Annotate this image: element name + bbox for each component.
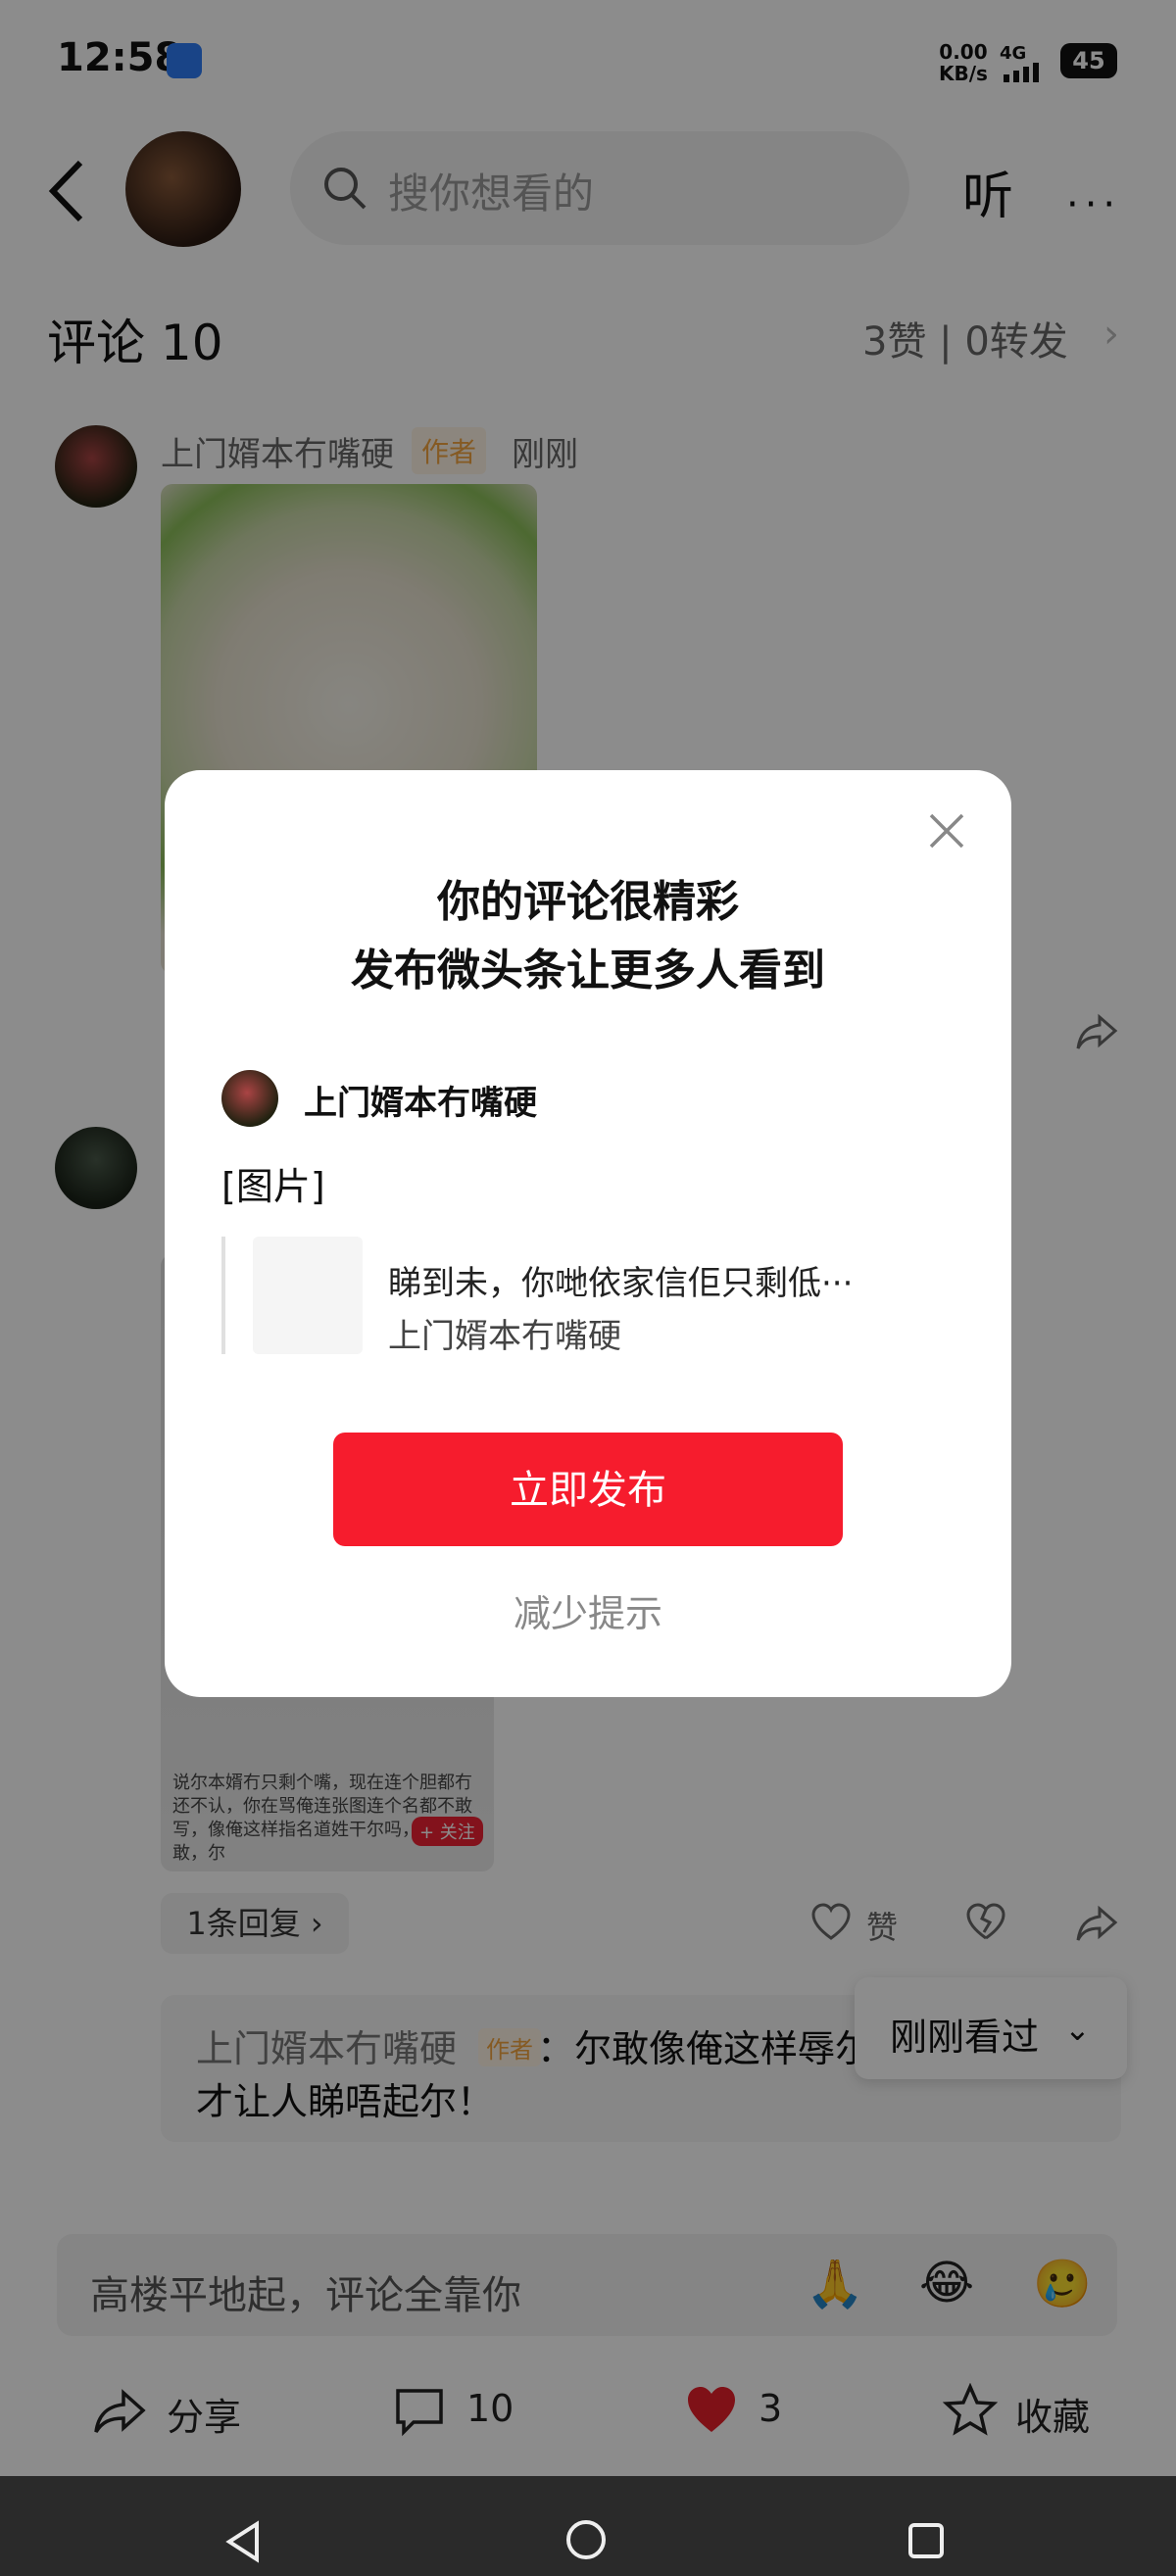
- close-icon[interactable]: [925, 809, 968, 852]
- dialog-subtitle: 发布微头条让更多人看到: [351, 946, 825, 996]
- nav-home-icon[interactable]: [564, 2518, 608, 2561]
- quote-divider: [221, 1237, 225, 1354]
- dialog-title: 你的评论很精彩: [437, 877, 739, 927]
- publish-now-button[interactable]: 立即发布: [333, 1433, 843, 1546]
- nav-recents-icon[interactable]: [907, 2522, 945, 2559]
- quote-text: 睇到未，你哋依家信佢只剩低···: [388, 1264, 854, 1303]
- reduce-prompts-link[interactable]: 减少提示: [165, 1583, 1011, 1637]
- quote-thumbnail: [253, 1237, 363, 1354]
- dialog-user-name: 上门婿本冇嘴硬: [304, 1084, 537, 1123]
- dialog-user-avatar: [221, 1070, 278, 1127]
- nav-back-icon[interactable]: [223, 2520, 263, 2563]
- dialog-content-label: [图片]: [221, 1165, 325, 1208]
- quote-author: 上门婿本冇嘴硬: [388, 1317, 621, 1356]
